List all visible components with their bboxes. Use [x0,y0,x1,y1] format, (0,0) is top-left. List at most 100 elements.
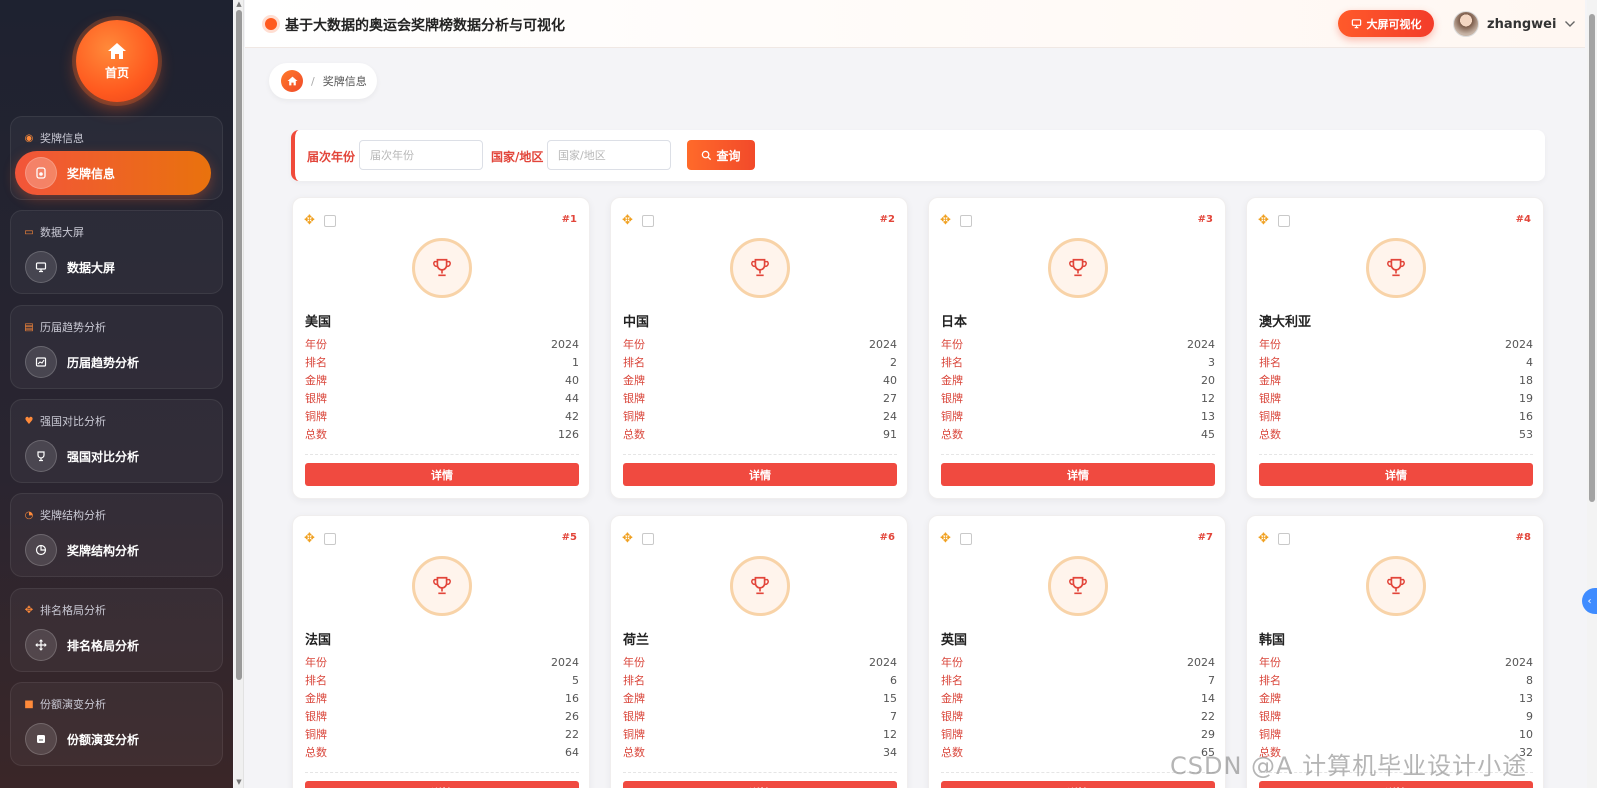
sidebar-item-structure[interactable]: 奖牌结构分析 [15,528,211,572]
bigscreen-button[interactable]: 大屏可视化 [1338,10,1434,37]
select-checkbox[interactable] [324,533,336,545]
sidebar-scroll-thumb[interactable] [236,10,242,680]
stat-label: 总数 [623,428,645,441]
divider [623,772,897,773]
select-checkbox[interactable] [324,215,336,227]
year-input[interactable] [359,140,483,170]
stat-value: 2024 [1505,655,1533,669]
scroll-up-arrow-icon[interactable]: ▲ [235,0,243,8]
stat-label: 排名 [1259,674,1281,687]
sidebar-item-trend[interactable]: 历届趋势分析 [15,340,211,384]
trophy-icon [412,238,472,298]
stat-row-gold: 金牌 13 [1259,689,1533,707]
drag-handle-icon[interactable]: ✥ [940,213,951,228]
drag-handle-icon[interactable]: ✥ [1258,531,1269,546]
drag-handle-icon[interactable]: ✥ [1258,213,1269,228]
main-scrollbar[interactable] [1587,0,1597,788]
stat-value: 13 [1519,691,1533,705]
scroll-down-arrow-icon[interactable]: ▼ [235,778,243,786]
detail-button[interactable]: 详情 [941,781,1215,788]
move-icon [25,629,57,661]
stat-row-silver: 银牌 9 [1259,707,1533,725]
user-menu[interactable]: zhangwei [1453,10,1576,38]
drag-handle-icon[interactable]: ✥ [304,213,315,228]
detail-button[interactable]: 详情 [1259,781,1533,788]
stat-label: 金牌 [305,374,327,387]
detail-button[interactable]: 详情 [941,463,1215,486]
stat-row-silver: 银牌 12 [941,389,1215,407]
detail-button[interactable]: 详情 [305,781,579,788]
menu-group-compare: ♥ 强国对比分析 强国对比分析 [10,399,223,483]
rank-tag: #8 [1515,532,1531,543]
stat-row-bronze: 铜牌 13 [941,407,1215,425]
select-checkbox[interactable] [642,215,654,227]
detail-button[interactable]: 详情 [1259,463,1533,486]
stat-label: 金牌 [623,692,645,705]
collapse-side-panel-button[interactable]: ‹ [1582,588,1597,614]
select-checkbox[interactable] [960,533,972,545]
search-bar: 届次年份 国家/地区 查询 [291,130,1545,181]
chevron-down-icon [1565,21,1576,27]
stat-row-total: 总数 64 [305,743,579,761]
medal-card[interactable]: ✥ #4 澳大利亚 年份 2024 排名 4 金牌 18 银牌 19 铜牌 16 总数 53 详情 [1246,197,1544,499]
box-icon: ■ [24,698,34,710]
stat-label: 排名 [941,674,963,687]
rank-tag: #2 [879,214,895,225]
drag-handle-icon[interactable]: ✥ [622,531,633,546]
stat-value: 5 [572,673,579,687]
sidebar-scrollbar[interactable]: ▲ ▼ [234,0,244,788]
breadcrumb-home-icon[interactable] [281,70,303,92]
main-scroll-thumb[interactable] [1589,14,1595,502]
sidebar-item-compare[interactable]: 强国对比分析 [15,434,211,478]
stat-row-silver: 银牌 19 [1259,389,1533,407]
stat-label: 铜牌 [1259,410,1281,423]
stat-label: 年份 [305,338,327,351]
detail-button[interactable]: 详情 [623,463,897,486]
menu-group-medal-info: ◉ 奖牌信息 奖牌信息 [10,116,223,200]
sidebar-item-ranking[interactable]: 排名格局分析 [15,623,211,667]
stat-value: 44 [565,391,579,405]
trend-icon: ▤ [24,321,34,333]
select-checkbox[interactable] [642,533,654,545]
medal-card[interactable]: ✥ #5 法国年份 2024 排名 5 金牌 16 银牌 26 铜牌 22 总数 64 详情 [292,515,590,788]
medal-card[interactable]: ✥ #6 荷兰年份 2024 排名 6 金牌 15 银牌 7 铜牌 12 总数 34 详情 [610,515,908,788]
medal-card[interactable]: ✥ #3 日本 年份 2024 排名 3 金牌 20 银牌 12 铜牌 13 总数 45 详情 [928,197,1226,499]
avatar [1453,11,1479,37]
medal-card[interactable]: ✥ #2 中国 年份 2024 排名 2 金牌 40 银牌 27 铜牌 24 总数 91 详情 [610,197,908,499]
sidebar-item-medal-info[interactable]: 奖牌信息 [15,151,211,195]
trend-icon [25,346,57,378]
rank-tag: #3 [1197,214,1213,225]
query-button[interactable]: 查询 [687,140,755,170]
rank-tag: #5 [561,532,577,543]
stat-label: 总数 [623,746,645,759]
select-checkbox[interactable] [960,215,972,227]
stat-list: 年份 2024 排名 5 金牌 16 银牌 26 铜牌 22 总数 64 [305,653,579,761]
stat-row-gold: 金牌 18 [1259,371,1533,389]
medal-card[interactable]: ✥ #1 美国 年份 2024 排名 1 金牌 40 银牌 44 铜牌 42 总数 126 详情 [292,197,590,499]
page-title: 基于大数据的奥运会奖牌榜数据分析与可视化 [285,18,565,34]
stat-row-bronze: 铜牌 12 [623,725,897,743]
drag-handle-icon[interactable]: ✥ [304,531,315,546]
stat-row-silver: 银牌 44 [305,389,579,407]
select-checkbox[interactable] [1278,215,1290,227]
stat-value: 42 [565,409,579,423]
sidebar-item-share[interactable]: 份额演变分析 [15,717,211,761]
sidebar-item-data-screen[interactable]: 数据大屏 [15,245,211,289]
select-checkbox[interactable] [1278,533,1290,545]
drag-handle-icon[interactable]: ✥ [940,531,951,546]
stat-value: 2024 [551,655,579,669]
stat-value: 9 [1526,709,1533,723]
country-name: 日本 [941,315,968,330]
stat-value: 64 [565,745,579,759]
home-button[interactable]: 首页 [76,20,158,102]
sidebar: 首页 ◉ 奖牌信息 奖牌信息 ▭ 数据大屏 数据大屏 ▤ 历届趋势分析 历届趋势分析 … [0,0,233,788]
drag-handle-icon[interactable]: ✥ [622,213,633,228]
trophy-icon [1366,238,1426,298]
home-icon [108,42,126,59]
detail-button[interactable]: 详情 [623,781,897,788]
stat-label: 金牌 [1259,374,1281,387]
country-input[interactable] [547,140,671,170]
stat-label: 铜牌 [623,410,645,423]
detail-button[interactable]: 详情 [305,463,579,486]
stat-label: 年份 [305,656,327,669]
